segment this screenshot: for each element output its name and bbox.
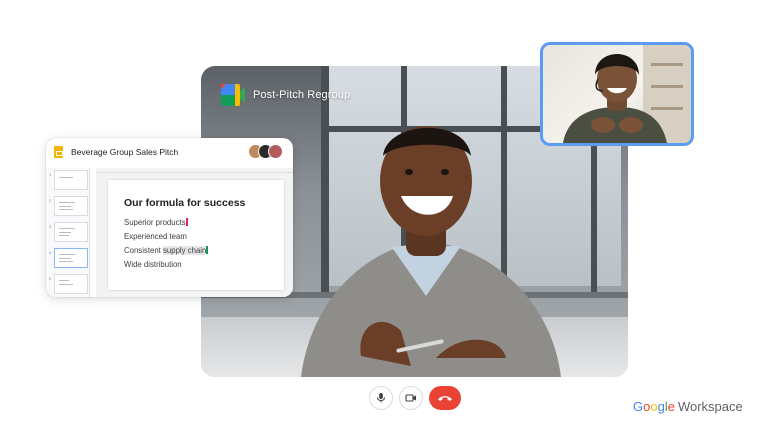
slide-thumbnail[interactable] xyxy=(54,196,88,216)
slide-bullet: Consistent supply chain xyxy=(124,246,209,255)
ruler xyxy=(96,168,293,173)
slides-document-card[interactable]: Beverage Group Sales Pitch 1 2 3 4 5 Our… xyxy=(46,138,293,297)
google-slides-icon xyxy=(54,146,63,158)
google-wordmark: Google xyxy=(633,399,675,414)
microphone-button[interactable] xyxy=(369,386,393,410)
google-meet-icon xyxy=(221,84,245,106)
document-header: Beverage Group Sales Pitch xyxy=(46,138,293,166)
thumbnail-number: 4 xyxy=(49,250,52,255)
self-view-tile[interactable] xyxy=(540,42,694,146)
slide-bullet: Wide distribution xyxy=(124,260,182,269)
document-title: Beverage Group Sales Pitch xyxy=(71,147,179,157)
thumbnail-number: 1 xyxy=(49,172,52,177)
bullet-text: Superior products xyxy=(124,218,186,227)
video-camera-icon xyxy=(405,394,416,402)
slide-thumbnail[interactable] xyxy=(54,274,88,294)
slide-thumbnail[interactable] xyxy=(54,222,88,242)
end-call-icon xyxy=(438,396,452,401)
avatar[interactable] xyxy=(268,144,283,159)
thumbnail-number: 2 xyxy=(49,198,52,203)
slide-thumbnail-selected[interactable] xyxy=(54,248,88,268)
call-controls xyxy=(369,386,461,410)
microphone-icon xyxy=(377,393,385,403)
slide-bullet: Experienced team xyxy=(124,232,187,241)
google-letter: g xyxy=(657,399,665,414)
meeting-title: Post-Pitch Regroup xyxy=(253,89,351,101)
google-letter: G xyxy=(633,399,644,414)
bullet-text: Consistent xyxy=(124,246,164,255)
collaborator-cursor xyxy=(206,246,209,254)
collaborator-avatars xyxy=(248,144,283,159)
workspace-wordmark: Workspace xyxy=(677,399,743,414)
slide-thumbnail[interactable] xyxy=(54,170,88,190)
meeting-header: Post-Pitch Regroup xyxy=(221,84,350,106)
slide-heading: Our formula for success xyxy=(124,197,246,209)
end-call-button[interactable] xyxy=(429,386,461,410)
collaborator-cursor xyxy=(185,218,188,226)
slide-bullet: Superior products xyxy=(124,218,188,227)
slide-thumbnails: 1 2 3 4 5 xyxy=(46,168,90,297)
highlighted-text: supply chain xyxy=(163,246,207,255)
google-letter: o xyxy=(650,399,658,414)
camera-button[interactable] xyxy=(399,386,423,410)
participant-video xyxy=(301,126,561,377)
current-slide[interactable]: Our formula for success Superior product… xyxy=(108,180,284,290)
thumbnail-number: 5 xyxy=(49,276,52,281)
google-workspace-logo: Google Workspace xyxy=(633,399,743,414)
thumbnail-number: 3 xyxy=(49,224,52,229)
google-letter: e xyxy=(667,399,675,414)
self-view-video xyxy=(563,45,691,143)
